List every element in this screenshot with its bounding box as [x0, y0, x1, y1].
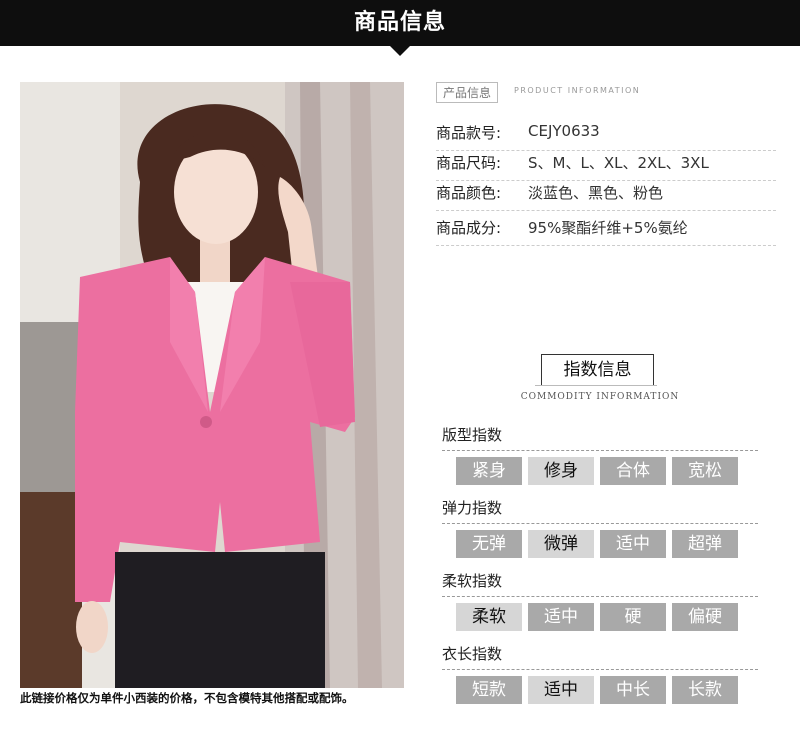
option-length-long: 长款	[672, 676, 738, 704]
info-row-colors: 商品颜色: 淡蓝色、黑色、粉色	[436, 172, 776, 211]
product-info-tag: 产品信息	[436, 82, 499, 103]
info-label: 商品颜色:	[436, 184, 502, 202]
index-info-title-en: COMMODITY INFORMATION	[520, 392, 680, 402]
info-label: 商品尺码:	[436, 154, 502, 172]
category-divider	[442, 669, 758, 670]
model-illustration	[20, 82, 404, 688]
category-title-fit: 版型指数	[442, 426, 503, 444]
option-length-mid: 中长	[600, 676, 666, 704]
category-title-elasticity: 弹力指数	[442, 499, 503, 517]
option-elastic-none: 无弹	[456, 530, 522, 558]
option-elastic-slight-selected: 微弹	[528, 530, 594, 558]
index-info-title: 指数信息	[541, 354, 654, 386]
option-length-regular-selected: 适中	[528, 676, 594, 704]
option-fit-tight: 紧身	[456, 457, 522, 485]
category-title-softness: 柔软指数	[442, 572, 503, 590]
option-elastic-medium: 适中	[600, 530, 666, 558]
option-soft-rather-hard: 偏硬	[672, 603, 738, 631]
info-label: 商品成分:	[436, 219, 502, 237]
info-value: CEJY0633	[528, 122, 600, 140]
info-row-material: 商品成分: 95%聚酯纤维+5%氨纶	[436, 207, 776, 246]
option-length-short: 短款	[456, 676, 522, 704]
option-fit-loose: 宽松	[672, 457, 738, 485]
option-soft-hard: 硬	[600, 603, 666, 631]
info-value: S、M、L、XL、2XL、3XL	[528, 154, 709, 172]
header-notch	[390, 46, 410, 56]
category-divider	[442, 523, 758, 524]
index-info-underline	[535, 385, 657, 390]
option-soft-selected: 柔软	[456, 603, 522, 631]
category-divider	[442, 450, 758, 451]
product-info-tag-en: PRODUCT INFORMATION	[514, 86, 641, 95]
info-value: 淡蓝色、黑色、粉色	[528, 184, 664, 202]
category-title-length: 衣长指数	[442, 645, 503, 663]
header-title: 商品信息	[353, 10, 446, 35]
info-value: 95%聚酯纤维+5%氨纶	[528, 219, 688, 237]
option-fit-slim-selected: 修身	[528, 457, 594, 485]
category-divider	[442, 596, 758, 597]
product-photo	[20, 82, 404, 688]
info-label: 商品款号:	[436, 124, 502, 142]
photo-caption: 此链接价格仅为单件小西装的价格，不包含模特其他搭配或配饰。	[20, 691, 354, 705]
option-soft-medium: 适中	[528, 603, 594, 631]
option-fit-regular: 合体	[600, 457, 666, 485]
option-elastic-super: 超弹	[672, 530, 738, 558]
